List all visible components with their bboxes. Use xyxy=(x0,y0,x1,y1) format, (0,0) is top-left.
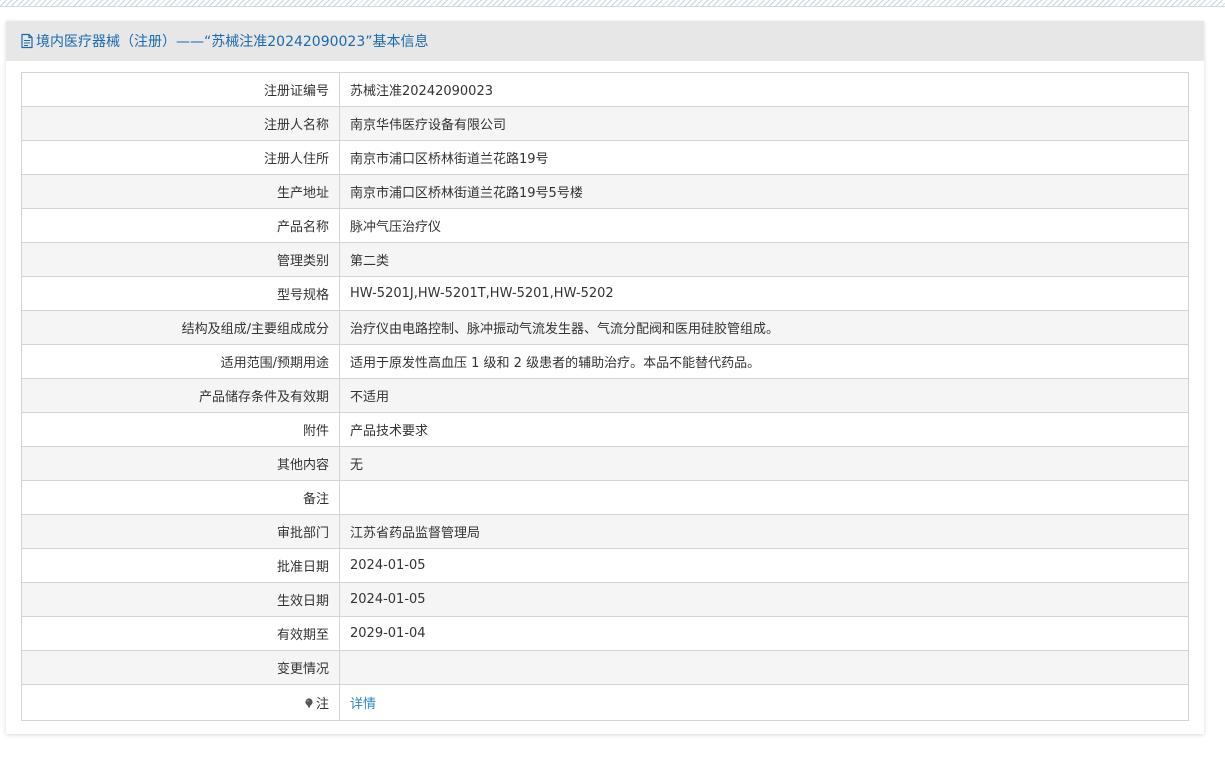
row-label: 其他内容 xyxy=(21,446,340,481)
table-row: 备注 xyxy=(21,480,1189,515)
row-label: 附件 xyxy=(21,412,340,447)
note-label: 注 xyxy=(315,697,329,712)
note-label-cell: 注 xyxy=(21,684,340,721)
row-value: 不适用 xyxy=(339,378,1189,413)
row-label: 注册人名称 xyxy=(21,106,340,141)
note-value-cell: 详情 xyxy=(339,684,1189,721)
row-value: 南京市浦口区桥林街道兰花路19号5号楼 xyxy=(339,174,1189,209)
table-row: 产品储存条件及有效期 不适用 xyxy=(21,378,1189,413)
table-row: 注册证编号 苏械注准20242090023 xyxy=(21,72,1189,107)
table-row: 有效期至 2029-01-04 xyxy=(21,616,1189,651)
row-label: 型号规格 xyxy=(21,276,340,311)
row-value: 无 xyxy=(339,446,1189,481)
table-row: 变更情况 xyxy=(21,650,1189,685)
top-decorative-border xyxy=(0,0,1225,7)
row-value: 苏械注准20242090023 xyxy=(339,72,1189,107)
table-row: 批准日期 2024-01-05 xyxy=(21,548,1189,583)
row-label: 备注 xyxy=(21,480,340,515)
row-value xyxy=(339,650,1189,685)
document-icon xyxy=(20,33,34,49)
row-label: 变更情况 xyxy=(21,650,340,685)
row-value: 脉冲气压治疗仪 xyxy=(339,208,1189,243)
basic-info-panel: 境内医疗器械（注册）——“苏械注准20242090023”基本信息 注册证编号 … xyxy=(6,21,1204,734)
pin-icon xyxy=(304,698,314,709)
row-value: 江苏省药品监督管理局 xyxy=(339,514,1189,549)
row-value: HW-5201J,HW-5201T,HW-5201,HW-5202 xyxy=(339,276,1189,311)
panel-title: 境内医疗器械（注册）——“苏械注准20242090023”基本信息 xyxy=(36,34,429,50)
row-label: 生效日期 xyxy=(21,582,340,617)
details-link[interactable]: 详情 xyxy=(350,697,376,712)
row-value: 治疗仪由电路控制、脉冲振动气流发生器、气流分配阀和医用硅胶管组成。 xyxy=(339,310,1189,345)
table-row: 注册人名称 南京华伟医疗设备有限公司 xyxy=(21,106,1189,141)
row-value: 南京华伟医疗设备有限公司 xyxy=(339,106,1189,141)
row-label: 注册人住所 xyxy=(21,140,340,175)
panel-body: 注册证编号 苏械注准20242090023 注册人名称 南京华伟医疗设备有限公司… xyxy=(6,61,1204,721)
row-value: 2024-01-05 xyxy=(339,582,1189,617)
row-value xyxy=(339,480,1189,515)
table-row: 审批部门 江苏省药品监督管理局 xyxy=(21,514,1189,549)
row-label: 审批部门 xyxy=(21,514,340,549)
row-label: 适用范围/预期用途 xyxy=(21,344,340,379)
note-row: 注 详情 xyxy=(21,684,1189,721)
panel-header: 境内医疗器械（注册）——“苏械注准20242090023”基本信息 xyxy=(6,21,1204,61)
row-label: 有效期至 xyxy=(21,616,340,651)
row-label: 注册证编号 xyxy=(21,72,340,107)
table-row: 产品名称 脉冲气压治疗仪 xyxy=(21,208,1189,243)
table-row: 附件 产品技术要求 xyxy=(21,412,1189,447)
row-value: 南京市浦口区桥林街道兰花路19号 xyxy=(339,140,1189,175)
table-row: 其他内容 无 xyxy=(21,446,1189,481)
row-value: 第二类 xyxy=(339,242,1189,277)
table-row: 管理类别 第二类 xyxy=(21,242,1189,277)
row-value: 产品技术要求 xyxy=(339,412,1189,447)
table-row: 型号规格 HW-5201J,HW-5201T,HW-5201,HW-5202 xyxy=(21,276,1189,311)
table-row: 注册人住所 南京市浦口区桥林街道兰花路19号 xyxy=(21,140,1189,175)
row-label: 管理类别 xyxy=(21,242,340,277)
row-value: 2029-01-04 xyxy=(339,616,1189,651)
table-row: 适用范围/预期用途 适用于原发性高血压 1 级和 2 级患者的辅助治疗。本品不能… xyxy=(21,344,1189,379)
row-label: 结构及组成/主要组成成分 xyxy=(21,310,340,345)
table-row: 生效日期 2024-01-05 xyxy=(21,582,1189,617)
row-label: 产品储存条件及有效期 xyxy=(21,378,340,413)
row-label: 产品名称 xyxy=(21,208,340,243)
table-row: 结构及组成/主要组成成分 治疗仪由电路控制、脉冲振动气流发生器、气流分配阀和医用… xyxy=(21,310,1189,345)
info-table: 注册证编号 苏械注准20242090023 注册人名称 南京华伟医疗设备有限公司… xyxy=(21,72,1189,721)
table-row: 生产地址 南京市浦口区桥林街道兰花路19号5号楼 xyxy=(21,174,1189,209)
row-value: 2024-01-05 xyxy=(339,548,1189,583)
row-value: 适用于原发性高血压 1 级和 2 级患者的辅助治疗。本品不能替代药品。 xyxy=(339,344,1189,379)
row-label: 批准日期 xyxy=(21,548,340,583)
row-label: 生产地址 xyxy=(21,174,340,209)
